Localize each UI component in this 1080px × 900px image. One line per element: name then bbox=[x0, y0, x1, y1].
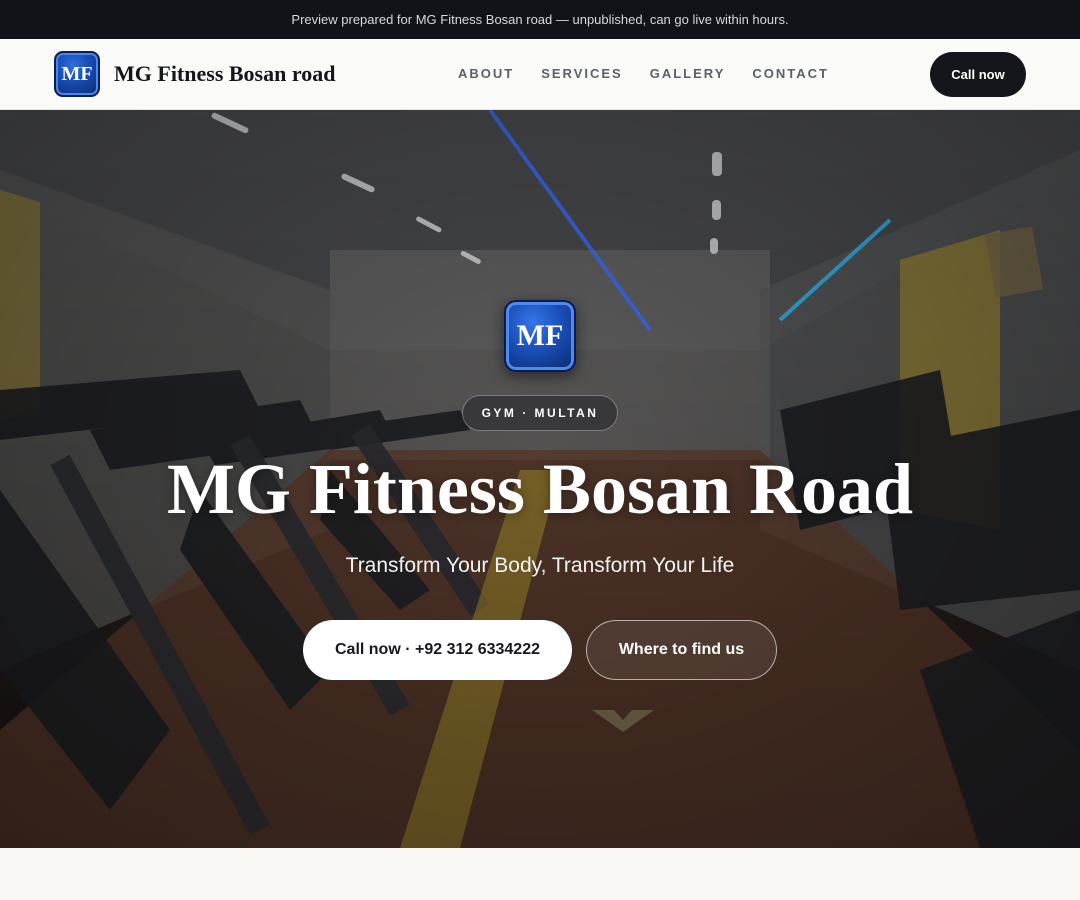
nav-link-about[interactable]: ABOUT bbox=[458, 66, 514, 81]
call-now-button[interactable]: Call now · +92 312 6334222 bbox=[303, 620, 572, 680]
main-nav: ABOUT SERVICES GALLERY CONTACT bbox=[458, 66, 829, 81]
brand-name: MG Fitness Bosan road bbox=[114, 61, 336, 86]
hero-logo-text: MF bbox=[516, 319, 564, 352]
hero-section: MF GYM · MULTAN MG Fitness Bosan Road Tr… bbox=[0, 110, 1080, 848]
hero-subtitle: Transform Your Body, Transform Your Life bbox=[345, 554, 735, 577]
preview-notice-text: Preview prepared for MG Fitness Bosan ro… bbox=[291, 12, 789, 27]
brand-logo-text: MF bbox=[61, 62, 93, 85]
nav-link-gallery[interactable]: GALLERY bbox=[650, 66, 726, 81]
brand[interactable]: MF MG Fitness Bosan road bbox=[54, 51, 335, 97]
next-section bbox=[0, 848, 1080, 900]
find-us-button[interactable]: Where to find us bbox=[586, 620, 777, 680]
hero-title: MG Fitness Bosan Road bbox=[166, 449, 914, 529]
chevron-down-icon[interactable] bbox=[592, 708, 654, 734]
nav-link-contact[interactable]: CONTACT bbox=[752, 66, 829, 81]
category-badge: GYM · MULTAN bbox=[462, 395, 618, 431]
header-call-button[interactable]: Call now bbox=[930, 52, 1026, 97]
site-header: MF MG Fitness Bosan road ABOUT SERVICES … bbox=[0, 39, 1080, 110]
nav-link-services[interactable]: SERVICES bbox=[541, 66, 623, 81]
brand-logo: MF bbox=[54, 51, 100, 97]
hero-logo: MF bbox=[504, 300, 576, 372]
preview-notice-bar: Preview prepared for MG Fitness Bosan ro… bbox=[0, 0, 1080, 39]
